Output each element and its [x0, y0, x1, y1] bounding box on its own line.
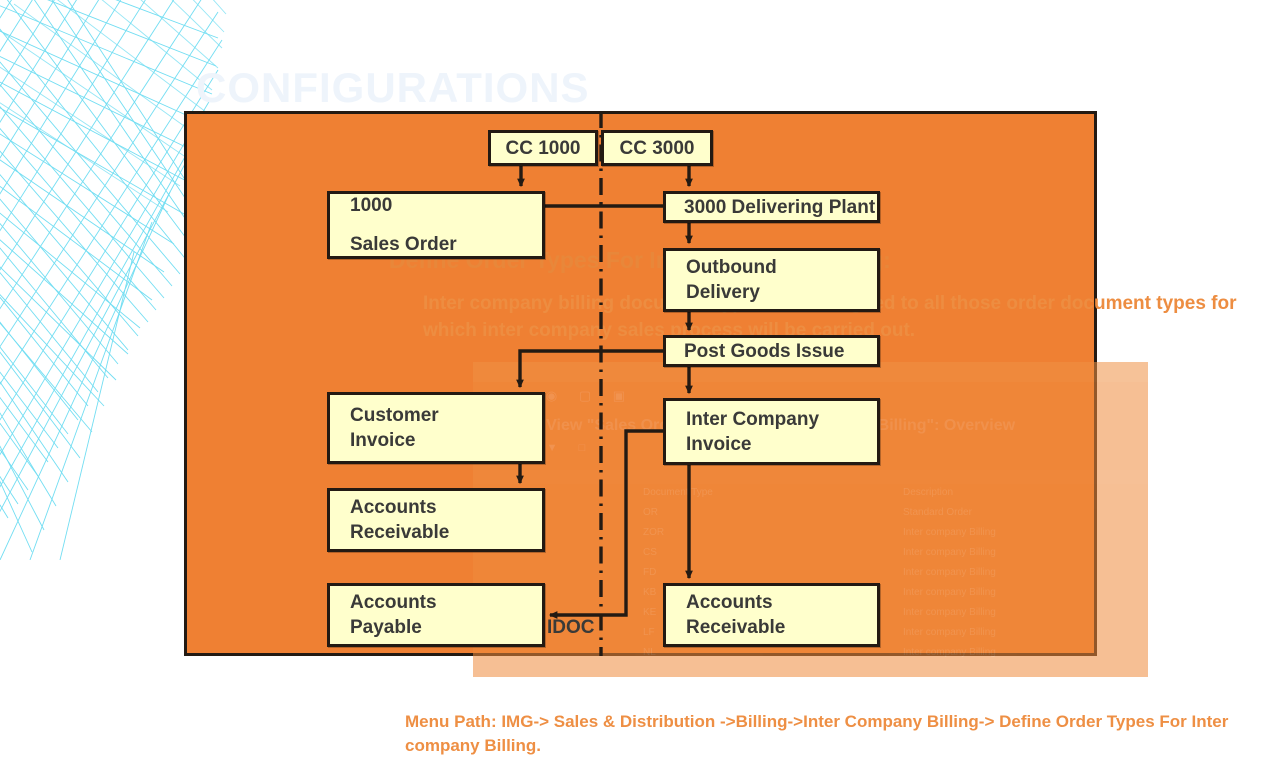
node-accounts-payable-line2: Payable [350, 617, 422, 638]
node-sales-order-label: Sales Order [350, 234, 457, 255]
edge-label-idoc: IDOC [547, 617, 595, 638]
node-delivering-plant: 3000 Delivering Plant [663, 191, 880, 223]
node-customer-invoice-line2: Invoice [350, 430, 416, 451]
node-ar-right-line2: Receivable [686, 617, 786, 638]
node-inter-company-invoice: Inter Company Invoice [663, 398, 880, 465]
node-sales-order-code: 1000 [350, 195, 393, 216]
node-sales-order: 1000 Sales Order [327, 191, 545, 259]
node-inter-company-invoice-line2: Invoice [686, 433, 752, 455]
node-customer-invoice: Customer Invoice [327, 392, 545, 464]
node-post-goods-issue: Post Goods Issue [663, 335, 880, 367]
node-accounts-receivable-left: Accounts Receivable [327, 488, 545, 552]
node-cc-1000-label: CC 1000 [505, 137, 581, 159]
node-accounts-payable-line1: Accounts [350, 592, 437, 613]
menu-path-text: Menu Path: IMG-> Sales & Distribution ->… [405, 712, 1229, 755]
node-accounts-payable: Accounts Payable [327, 583, 545, 647]
node-delivering-plant-label: 3000 Delivering Plant [684, 196, 876, 218]
node-cc-3000: CC 3000 [601, 130, 713, 166]
node-outbound-delivery-line1: Outbound [686, 257, 777, 278]
page-title: CONFIGURATIONS [196, 64, 590, 111]
node-outbound-delivery-line2: Delivery [686, 282, 760, 303]
node-accounts-receivable-right: Accounts Receivable [663, 583, 880, 647]
node-ar-left-line1: Accounts [350, 497, 437, 518]
node-inter-company-invoice-line1: Inter Company [686, 408, 820, 430]
node-outbound-delivery: Outbound Delivery [663, 248, 880, 312]
node-cc-3000-label: CC 3000 [619, 137, 695, 159]
node-ar-right-line1: Accounts [686, 592, 773, 613]
node-ar-left-line2: Receivable [350, 522, 450, 543]
content-panel: ○ ■ ◉ ▢ ▣ Change View "Sales Order Types… [184, 111, 1237, 755]
node-customer-invoice-line1: Customer [350, 405, 439, 426]
node-cc-1000: CC 1000 [488, 130, 598, 166]
node-post-goods-issue-label: Post Goods Issue [684, 340, 845, 362]
